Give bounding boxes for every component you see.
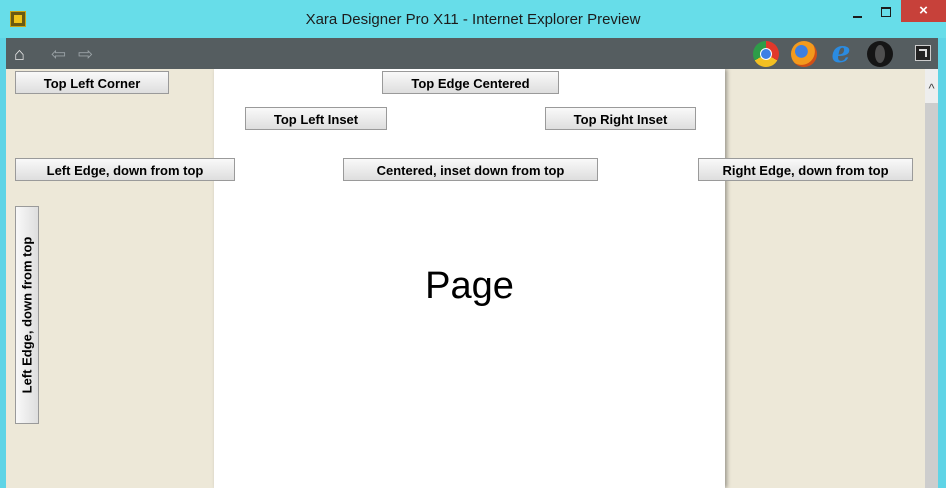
scroll-up-arrow-icon[interactable]: ^ — [925, 69, 938, 103]
home-icon[interactable]: ⌂ — [14, 45, 25, 63]
vertical-scrollbar[interactable]: ^ — [925, 69, 938, 488]
top-left-corner-button[interactable]: Top Left Corner — [15, 71, 169, 94]
back-arrow-icon[interactable]: ⇦ — [51, 45, 66, 63]
page-label: Page — [425, 265, 514, 307]
page-area: Page — [214, 69, 725, 488]
fullscreen-icon[interactable] — [915, 45, 931, 61]
left-edge-vertical-button[interactable]: Left Edge, down from top — [15, 206, 39, 424]
maximize-button[interactable] — [872, 0, 900, 26]
left-edge-vertical-label: Left Edge, down from top — [19, 236, 35, 394]
forward-arrow-icon[interactable]: ⇨ — [78, 45, 93, 63]
preview-viewport: Page Top Left Corner Top Edge Centered T… — [6, 69, 938, 488]
chrome-icon[interactable] — [753, 41, 779, 67]
internet-explorer-icon[interactable]: e — [828, 38, 854, 68]
close-button[interactable]: × — [901, 0, 946, 22]
top-left-inset-button[interactable]: Top Left Inset — [245, 107, 387, 130]
opera-icon[interactable] — [867, 41, 893, 67]
minimize-button[interactable] — [842, 0, 872, 26]
title-bar: Xara Designer Pro X11 - Internet Explore… — [0, 0, 946, 38]
top-right-inset-button[interactable]: Top Right Inset — [545, 107, 696, 130]
preview-toolbar: ⌂ ⇦ ⇨ e — [6, 38, 938, 69]
left-edge-down-button[interactable]: Left Edge, down from top — [15, 158, 235, 181]
window-title: Xara Designer Pro X11 - Internet Explore… — [305, 11, 641, 28]
centered-inset-down-button[interactable]: Centered, inset down from top — [343, 158, 598, 181]
firefox-icon[interactable] — [791, 41, 817, 67]
top-edge-centered-button[interactable]: Top Edge Centered — [382, 71, 559, 94]
right-edge-down-button[interactable]: Right Edge, down from top — [698, 158, 913, 181]
